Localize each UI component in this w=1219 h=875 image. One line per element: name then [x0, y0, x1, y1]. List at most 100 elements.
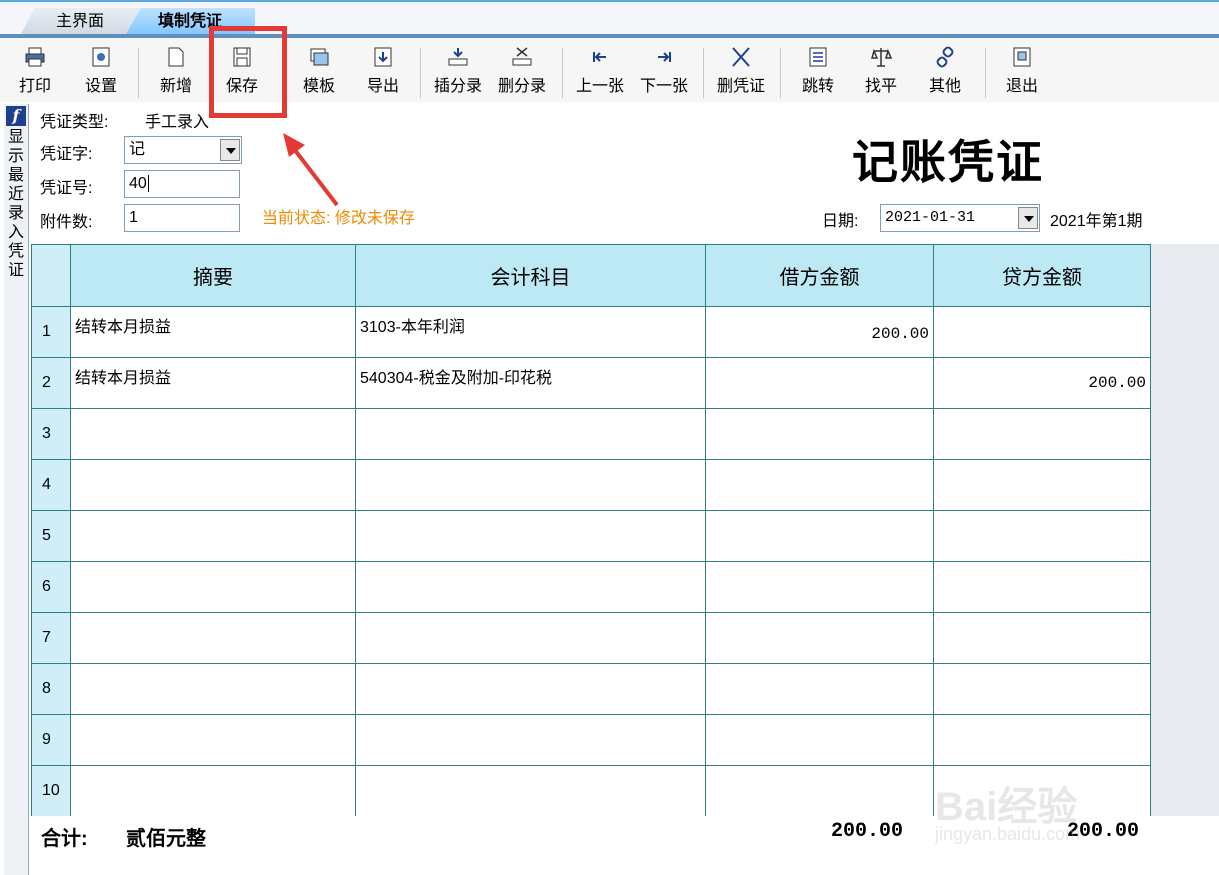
- column-header-debit: 借方金额: [705, 244, 934, 307]
- balance-button[interactable]: 找平: [858, 46, 904, 100]
- debit-cell[interactable]: [705, 357, 934, 409]
- row-number: 5: [31, 510, 71, 562]
- template-icon: [310, 48, 329, 66]
- credit-cell[interactable]: [933, 459, 1151, 511]
- account-cell[interactable]: [355, 408, 706, 460]
- debit-cell[interactable]: [705, 663, 934, 715]
- voucher-no-label: 凭证号:: [40, 180, 93, 197]
- link-icon: [936, 46, 954, 68]
- attachments-input[interactable]: 1: [124, 204, 240, 232]
- summary-cell[interactable]: [70, 408, 356, 460]
- export-button[interactable]: 导出: [360, 46, 406, 100]
- settings-button[interactable]: 设置: [78, 46, 124, 100]
- account-cell[interactable]: 3103-本年利润: [355, 306, 706, 358]
- debit-cell[interactable]: [705, 612, 934, 664]
- credit-cell[interactable]: [933, 306, 1151, 358]
- delete-voucher-button[interactable]: 删凭证: [713, 46, 769, 100]
- debit-total: 200.00: [831, 820, 904, 843]
- exit-button[interactable]: 退出: [999, 46, 1045, 100]
- column-header-summary: 摘要: [70, 244, 356, 307]
- summary-cell[interactable]: [70, 510, 356, 562]
- account-cell[interactable]: 540304-税金及附加-印花税: [355, 357, 706, 409]
- debit-cell[interactable]: [705, 765, 934, 817]
- row-number: 9: [31, 714, 71, 766]
- toolbar-separator: [985, 48, 986, 98]
- table-row[interactable]: 8: [31, 663, 1151, 715]
- table-row[interactable]: 3: [31, 408, 1151, 460]
- debit-cell[interactable]: [705, 459, 934, 511]
- template-label: 模板: [302, 78, 335, 95]
- arrow-first-icon: [593, 52, 606, 62]
- summary-cell[interactable]: 结转本月损益: [70, 306, 356, 358]
- table-row[interactable]: 5: [31, 510, 1151, 562]
- voucher-type-label: 凭证类型:: [40, 114, 109, 131]
- credit-cell[interactable]: [933, 561, 1151, 613]
- credit-cell[interactable]: [933, 510, 1151, 562]
- template-button[interactable]: 模板: [296, 46, 342, 100]
- prev-button[interactable]: 上一张: [572, 46, 628, 100]
- credit-cell[interactable]: [933, 765, 1151, 817]
- table-row[interactable]: 6: [31, 561, 1151, 613]
- table-row[interactable]: 2 结转本月损益 540304-税金及附加-印花税 200.00: [31, 357, 1151, 409]
- totals-label: 合计:: [41, 828, 88, 850]
- account-cell[interactable]: [355, 459, 706, 511]
- summary-cell[interactable]: [70, 459, 356, 511]
- delete-entry-button[interactable]: 删分录: [494, 46, 550, 100]
- voucher-word-value: 记: [129, 141, 146, 158]
- chevron-down-icon[interactable]: [220, 139, 240, 161]
- row-number: 6: [31, 561, 71, 613]
- credit-cell[interactable]: [933, 663, 1151, 715]
- new-button[interactable]: 新增: [153, 46, 199, 100]
- account-cell[interactable]: [355, 510, 706, 562]
- annotation-arrow-icon: [283, 133, 339, 207]
- voucher-word-select[interactable]: 记: [124, 136, 242, 164]
- voucher-grid: 摘要 会计科目 借方金额 贷方金额 1 结转本月损益 3103-本年利润 200.00…: [31, 244, 1219, 817]
- table-row[interactable]: 1 结转本月损益 3103-本年利润 200.00: [31, 306, 1151, 358]
- jump-button[interactable]: 跳转: [795, 46, 841, 100]
- date-picker[interactable]: 2021-01-31: [880, 204, 1040, 232]
- other-button[interactable]: 其他: [922, 46, 968, 100]
- tab-home[interactable]: 主界面: [20, 8, 140, 36]
- voucher-type-value: 手工录入: [145, 114, 210, 131]
- date-value: 2021-01-31: [885, 209, 976, 226]
- recent-vouchers-panel[interactable]: f 显示最近录入凭证: [4, 104, 29, 875]
- print-button[interactable]: 打印: [12, 46, 58, 100]
- account-cell[interactable]: [355, 765, 706, 817]
- prev-label: 上一张: [575, 78, 624, 95]
- account-cell[interactable]: [355, 612, 706, 664]
- credit-cell[interactable]: 200.00: [933, 357, 1151, 409]
- arrow-last-icon: [658, 52, 671, 62]
- table-row[interactable]: 10: [31, 765, 1151, 817]
- debit-cell[interactable]: [705, 714, 934, 766]
- chevron-down-icon[interactable]: [1018, 207, 1038, 229]
- insert-entry-button[interactable]: 插分录: [430, 46, 486, 100]
- table-row[interactable]: 9: [31, 714, 1151, 766]
- row-number: 8: [31, 663, 71, 715]
- table-row[interactable]: 4: [31, 459, 1151, 511]
- next-button[interactable]: 下一张: [636, 46, 692, 100]
- summary-cell[interactable]: 结转本月损益: [70, 357, 356, 409]
- account-cell[interactable]: [355, 561, 706, 613]
- debit-cell[interactable]: [705, 561, 934, 613]
- credit-cell[interactable]: [933, 408, 1151, 460]
- credit-cell[interactable]: [933, 714, 1151, 766]
- table-row[interactable]: 7: [31, 612, 1151, 664]
- insert-row-icon: [448, 48, 468, 66]
- debit-cell[interactable]: [705, 510, 934, 562]
- summary-cell[interactable]: [70, 714, 356, 766]
- toolbar-separator: [703, 48, 704, 98]
- summary-cell[interactable]: [70, 561, 356, 613]
- account-cell[interactable]: [355, 714, 706, 766]
- summary-cell[interactable]: [70, 765, 356, 817]
- credit-cell[interactable]: [933, 612, 1151, 664]
- debit-cell[interactable]: 200.00: [705, 306, 934, 358]
- debit-cell[interactable]: [705, 408, 934, 460]
- exit-label: 退出: [1005, 78, 1038, 95]
- summary-cell[interactable]: [70, 663, 356, 715]
- credit-total: 200.00: [1067, 820, 1140, 843]
- summary-cell[interactable]: [70, 612, 356, 664]
- entries-table: 摘要 会计科目 借方金额 贷方金额 1 结转本月损益 3103-本年利润 200.00…: [31, 244, 1151, 817]
- voucher-no-input[interactable]: 40: [124, 170, 240, 198]
- toolbar-separator: [562, 48, 563, 98]
- account-cell[interactable]: [355, 663, 706, 715]
